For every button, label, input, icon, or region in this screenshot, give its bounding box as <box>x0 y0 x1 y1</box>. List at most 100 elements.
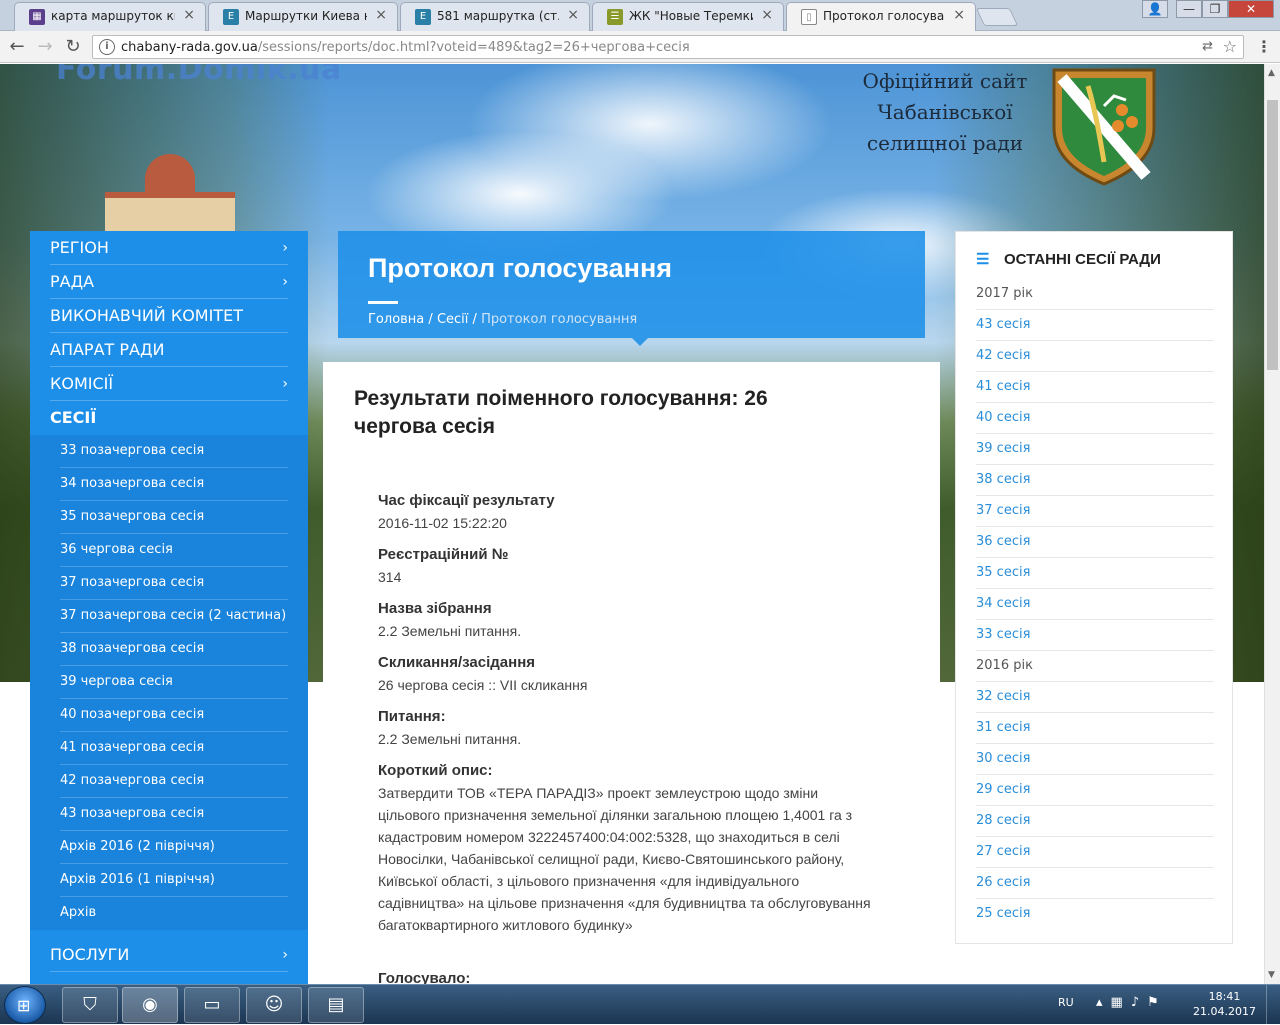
session-link[interactable]: 38 сесія <box>976 465 1214 496</box>
taskbar-chrome-button[interactable]: ◉ <box>122 987 178 1023</box>
submenu-item[interactable]: 34 позачергова сесія <box>60 468 288 501</box>
session-link[interactable]: 27 сесія <box>976 837 1214 868</box>
submenu-item[interactable]: 43 позачергова сесія <box>60 798 288 831</box>
submenu-item[interactable]: 40 позачергова сесія <box>60 699 288 732</box>
arrow-left-icon: ← <box>9 36 25 57</box>
field-short-description: Короткий опис: Затвердити ТОВ «ТЕРА ПАРА… <box>378 760 883 936</box>
tab-title: Протокол голосування <box>823 9 945 23</box>
user-profile-button[interactable]: 👤 <box>1142 0 1168 18</box>
scroll-down-icon[interactable]: ▼ <box>1268 970 1275 980</box>
submenu-item[interactable]: 38 позачергова сесія <box>60 633 288 666</box>
close-window-button[interactable]: ✕ <box>1228 0 1274 18</box>
field-convocation: Скликання/засідання 26 чергова сесія :: … <box>378 652 898 696</box>
reload-button[interactable]: ↻ <box>62 36 84 58</box>
nav-item-services[interactable]: ПОСЛУГИ › <box>50 938 288 972</box>
submenu-item[interactable]: 36 чергова сесія <box>60 534 288 567</box>
submenu-item[interactable]: 42 позачергова сесія <box>60 765 288 798</box>
browser-tab[interactable]: E Маршрутки Киева на ка × <box>208 2 398 31</box>
session-link[interactable]: 37 сесія <box>976 496 1214 527</box>
maximize-button[interactable]: ❐ <box>1202 0 1228 18</box>
session-link[interactable]: 26 сесія <box>976 868 1214 899</box>
field-voted: Голосувало: <box>378 968 898 984</box>
show-desktop-button[interactable] <box>1266 985 1280 1025</box>
new-tab-button[interactable] <box>975 8 1019 26</box>
session-link[interactable]: 36 сесія <box>976 527 1214 558</box>
browser-menu-icon[interactable]: ⋮ <box>1256 37 1272 56</box>
session-link[interactable]: 30 сесія <box>976 744 1214 775</box>
nav-item-executive-committee[interactable]: ВИКОНАВЧИЙ КОМІТЕТ <box>50 299 288 333</box>
nav-item-commissions[interactable]: КОМІСІЇ › <box>50 367 288 401</box>
session-link[interactable]: 35 сесія <box>976 558 1214 589</box>
language-indicator[interactable]: RU <box>1058 996 1074 1009</box>
breadcrumb-home-link[interactable]: Головна <box>368 312 424 327</box>
taskbar-explorer-button[interactable]: ▭ <box>184 987 240 1023</box>
session-link[interactable]: 42 сесія <box>976 341 1214 372</box>
nav-item-apparatus[interactable]: АПАРАТ РАДИ <box>50 333 288 367</box>
session-link[interactable]: 28 сесія <box>976 806 1214 837</box>
taskbar-document-button[interactable]: ▤ <box>308 987 364 1023</box>
session-link[interactable]: 39 сесія <box>976 434 1214 465</box>
submenu-item[interactable]: 37 позачергова сесія <box>60 567 288 600</box>
submenu-item[interactable]: Архів <box>60 897 288 930</box>
tab-close-icon[interactable]: × <box>953 7 965 23</box>
browser-tab[interactable]: ☰ ЖК "Новые Теремки", Н × <box>592 2 784 31</box>
nav-item-region[interactable]: РЕГІОН › <box>50 231 288 265</box>
nav-item-rada[interactable]: РАДА › <box>50 265 288 299</box>
back-button[interactable]: ← <box>6 36 28 58</box>
submenu-item[interactable]: 33 позачергова сесія <box>60 435 288 468</box>
nav-item-sessions[interactable]: СЕСІЇ <box>50 401 288 435</box>
taskbar-messenger-button[interactable]: ☺ <box>246 987 302 1023</box>
year-label: 2016 рік <box>976 651 1214 682</box>
windows-taskbar: ⊞ ⛉ ◉ ▭ ☺ ▤ RU ▴▦♪⚑ 18:41 21.04.2017 <box>0 984 1280 1025</box>
browser-toolbar: ← → ↻ i chabany-rada.gov.ua/sessions/rep… <box>0 31 1280 63</box>
clock[interactable]: 18:41 21.04.2017 <box>1193 989 1256 1019</box>
site-title[interactable]: Офіційний сайт Чабанівської селищної рад… <box>840 66 1050 159</box>
nav-item-label: КОМІСІЇ <box>50 374 114 393</box>
session-link[interactable]: 31 сесія <box>976 713 1214 744</box>
coat-of-arms-logo[interactable] <box>1048 66 1160 186</box>
tab-close-icon[interactable]: × <box>761 7 773 23</box>
tab-close-icon[interactable]: × <box>183 7 195 23</box>
submenu-item[interactable]: Архів 2016 (1 півріччя) <box>60 864 288 897</box>
info-icon[interactable]: i <box>99 39 115 55</box>
scrollbar-thumb[interactable] <box>1267 100 1278 370</box>
nav-item-label: ВИКОНАВЧИЙ КОМІТЕТ <box>50 306 243 325</box>
browser-tab[interactable]: E 581 маршрутка (ст. м. Св × <box>400 2 590 31</box>
submenu-item[interactable]: 35 позачергова сесія <box>60 501 288 534</box>
url-text[interactable]: chabany-rada.gov.ua/sessions/reports/doc… <box>121 40 690 55</box>
submenu-item[interactable]: Архів 2016 (2 півріччя) <box>60 831 288 864</box>
session-link[interactable]: 40 сесія <box>976 403 1214 434</box>
main-navigation: РЕГІОН › РАДА › ВИКОНАВЧИЙ КОМІТЕТ АПАРАТ … <box>30 231 308 984</box>
tab-title: карта маршруток киев <box>51 9 175 23</box>
minimize-button[interactable]: — <box>1176 0 1202 18</box>
translate-icon[interactable]: ⇄ <box>1202 39 1213 54</box>
forward-button[interactable]: → <box>34 36 56 58</box>
session-link[interactable]: 32 сесія <box>976 682 1214 713</box>
submenu-item[interactable]: 41 позачергова сесія <box>60 732 288 765</box>
scroll-up-icon[interactable]: ▲ <box>1268 68 1275 78</box>
browser-tab-strip: ▦ карта маршруток киев × E Маршрутки Кие… <box>0 0 1280 32</box>
address-bar[interactable]: i chabany-rada.gov.ua/sessions/reports/d… <box>92 35 1244 59</box>
taskbar-app-button[interactable]: ⛉ <box>62 987 118 1023</box>
field-fixation-time: Час фіксації результату 2016-11-02 15:22… <box>378 490 898 534</box>
chevron-right-icon: › <box>282 274 288 290</box>
page-scrollbar[interactable]: ▲ ▼ <box>1264 64 1280 984</box>
session-link[interactable]: 25 сесія <box>976 899 1214 930</box>
session-link[interactable]: 34 сесія <box>976 589 1214 620</box>
breadcrumb-sessions-link[interactable]: Сесії <box>437 312 468 327</box>
tab-title: ЖК "Новые Теремки", Н <box>629 9 753 23</box>
submenu-item[interactable]: 39 чергова сесія <box>60 666 288 699</box>
submenu-item[interactable]: 37 позачергова сесія (2 частина) <box>60 600 288 633</box>
session-link[interactable]: 33 сесія <box>976 620 1214 651</box>
bookmark-star-icon[interactable]: ☆ <box>1223 37 1237 56</box>
tab-close-icon[interactable]: × <box>375 7 387 23</box>
session-link[interactable]: 41 сесія <box>976 372 1214 403</box>
start-button[interactable]: ⊞ <box>4 986 46 1024</box>
browser-tab[interactable]: ▦ карта маршруток киев × <box>14 2 206 31</box>
tab-close-icon[interactable]: × <box>567 7 579 23</box>
tray-icons[interactable]: ▴▦♪⚑ <box>1096 995 1167 1010</box>
field-label: Назва зібрання <box>378 600 492 617</box>
session-link[interactable]: 43 сесія <box>976 310 1214 341</box>
session-link[interactable]: 29 сесія <box>976 775 1214 806</box>
browser-tab-active[interactable]: ▯ Протокол голосування × <box>786 2 976 32</box>
